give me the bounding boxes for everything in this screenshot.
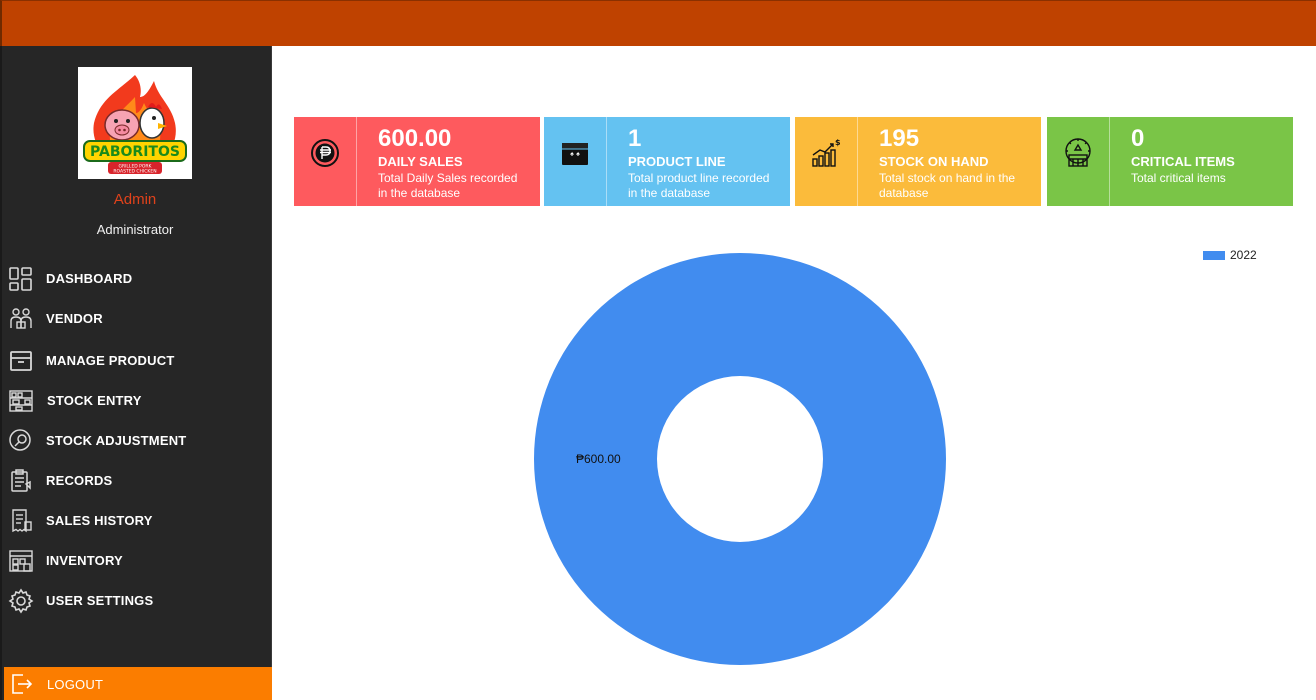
product-line-card[interactable]: 1 PRODUCT LINE Total product line record…	[544, 117, 790, 206]
product-line-value: 1	[628, 125, 642, 152]
nav-user-settings-label: USER SETTINGS	[46, 593, 154, 608]
clipboard-icon	[8, 468, 34, 494]
daily-sales-desc: Total Daily Sales recorded in the databa…	[378, 171, 518, 200]
vendor-people-icon	[8, 306, 34, 332]
chart-legend: 2022	[1203, 248, 1257, 262]
logo-tagline-2: ROASTED CHICKEN	[113, 169, 156, 175]
critical-warehouse-icon	[1065, 138, 1091, 167]
nav-sales-history-label: SALES HISTORY	[46, 513, 153, 528]
sales-donut-chart: 2022 ₱600.00	[272, 206, 1316, 700]
stock-on-hand-desc: Total stock on hand in the database	[879, 171, 1016, 200]
brand-logo: PABORITOS GRILLED PORK ROASTED CHICKEN	[78, 67, 192, 179]
nav-vendor-label: VENDOR	[46, 311, 103, 326]
nav-manage-product[interactable]: MANAGE PRODUCT	[2, 343, 272, 377]
stock-on-hand-card[interactable]: $ 195 STOCK ON HAND Total stock on hand …	[795, 117, 1041, 206]
nav-user-settings[interactable]: USER SETTINGS	[2, 583, 272, 617]
card-icon-box: $	[795, 117, 858, 206]
logout-label: LOGOUT	[47, 677, 104, 692]
nav-inventory-label: INVENTORY	[46, 553, 123, 568]
svg-text:$: $	[835, 138, 841, 147]
dashboard-grid-icon	[8, 266, 34, 292]
nav-stock-entry[interactable]: STOCK ENTRY	[2, 383, 272, 417]
stock-on-hand-title: STOCK ON HAND	[879, 154, 989, 169]
adjust-search-icon	[8, 428, 34, 454]
stock-on-hand-value: 195	[879, 125, 920, 152]
donut-chart-svg	[534, 253, 946, 665]
nav-dashboard-label: DASHBOARD	[46, 271, 133, 286]
product-box-icon	[562, 143, 588, 165]
daily-sales-title: DAILY SALES	[378, 154, 463, 169]
nav-vendor[interactable]: VENDOR	[2, 301, 272, 335]
nav-stock-entry-label: STOCK ENTRY	[47, 393, 142, 408]
critical-items-value: 0	[1131, 125, 1145, 152]
top-bar	[0, 0, 1316, 46]
user-name: Admin	[113, 191, 157, 208]
legend-swatch	[1203, 250, 1225, 260]
product-line-desc: Total product line recorded in the datab…	[628, 171, 770, 200]
daily-sales-card[interactable]: 600.00 DAILY SALES Total Daily Sales rec…	[294, 117, 540, 206]
nav-stock-adjustment-label: STOCK ADJUSTMENT	[46, 433, 187, 448]
receipt-icon	[8, 508, 34, 534]
legend-label: 2022	[1230, 248, 1257, 262]
critical-items-title: CRITICAL ITEMS	[1131, 154, 1235, 169]
nav-inventory[interactable]: INVENTORY	[2, 543, 272, 577]
critical-items-desc: Total critical items	[1131, 171, 1226, 185]
archive-box-icon	[8, 348, 34, 374]
warehouse-icon	[8, 548, 34, 574]
critical-items-card[interactable]: 0 CRITICAL ITEMS Total critical items	[1047, 117, 1293, 206]
slice-value-label: ₱600.00	[576, 452, 621, 466]
card-icon-box	[1047, 117, 1110, 206]
nav-sales-history[interactable]: SALES HISTORY	[2, 503, 272, 537]
logout-button[interactable]: LOGOUT	[4, 667, 272, 700]
nav-records[interactable]: RECORDS	[2, 463, 272, 497]
peso-coin-icon	[311, 139, 339, 167]
logo-brand-text: PABORITOS	[90, 144, 180, 160]
card-icon-box	[294, 117, 357, 206]
sidebar: PABORITOS GRILLED PORK ROASTED CHICKEN A…	[0, 46, 272, 700]
app-window: PABORITOS GRILLED PORK ROASTED CHICKEN A…	[0, 0, 1316, 700]
shelf-icon	[8, 388, 34, 414]
nav-stock-adjustment[interactable]: STOCK ADJUSTMENT	[2, 423, 272, 457]
gear-icon	[8, 588, 34, 614]
stock-growth-icon: $	[812, 138, 841, 167]
product-line-title: PRODUCT LINE	[628, 154, 726, 169]
logout-icon	[9, 671, 35, 697]
nav-manage-product-label: MANAGE PRODUCT	[46, 353, 175, 368]
card-icon-box	[544, 117, 607, 206]
nav-records-label: RECORDS	[46, 473, 113, 488]
nav-dashboard[interactable]: DASHBOARD	[2, 261, 272, 295]
paboritos-logo-icon: PABORITOS GRILLED PORK ROASTED CHICKEN	[83, 75, 187, 175]
user-role: Administrator	[96, 222, 174, 237]
daily-sales-value: 600.00	[378, 125, 452, 152]
